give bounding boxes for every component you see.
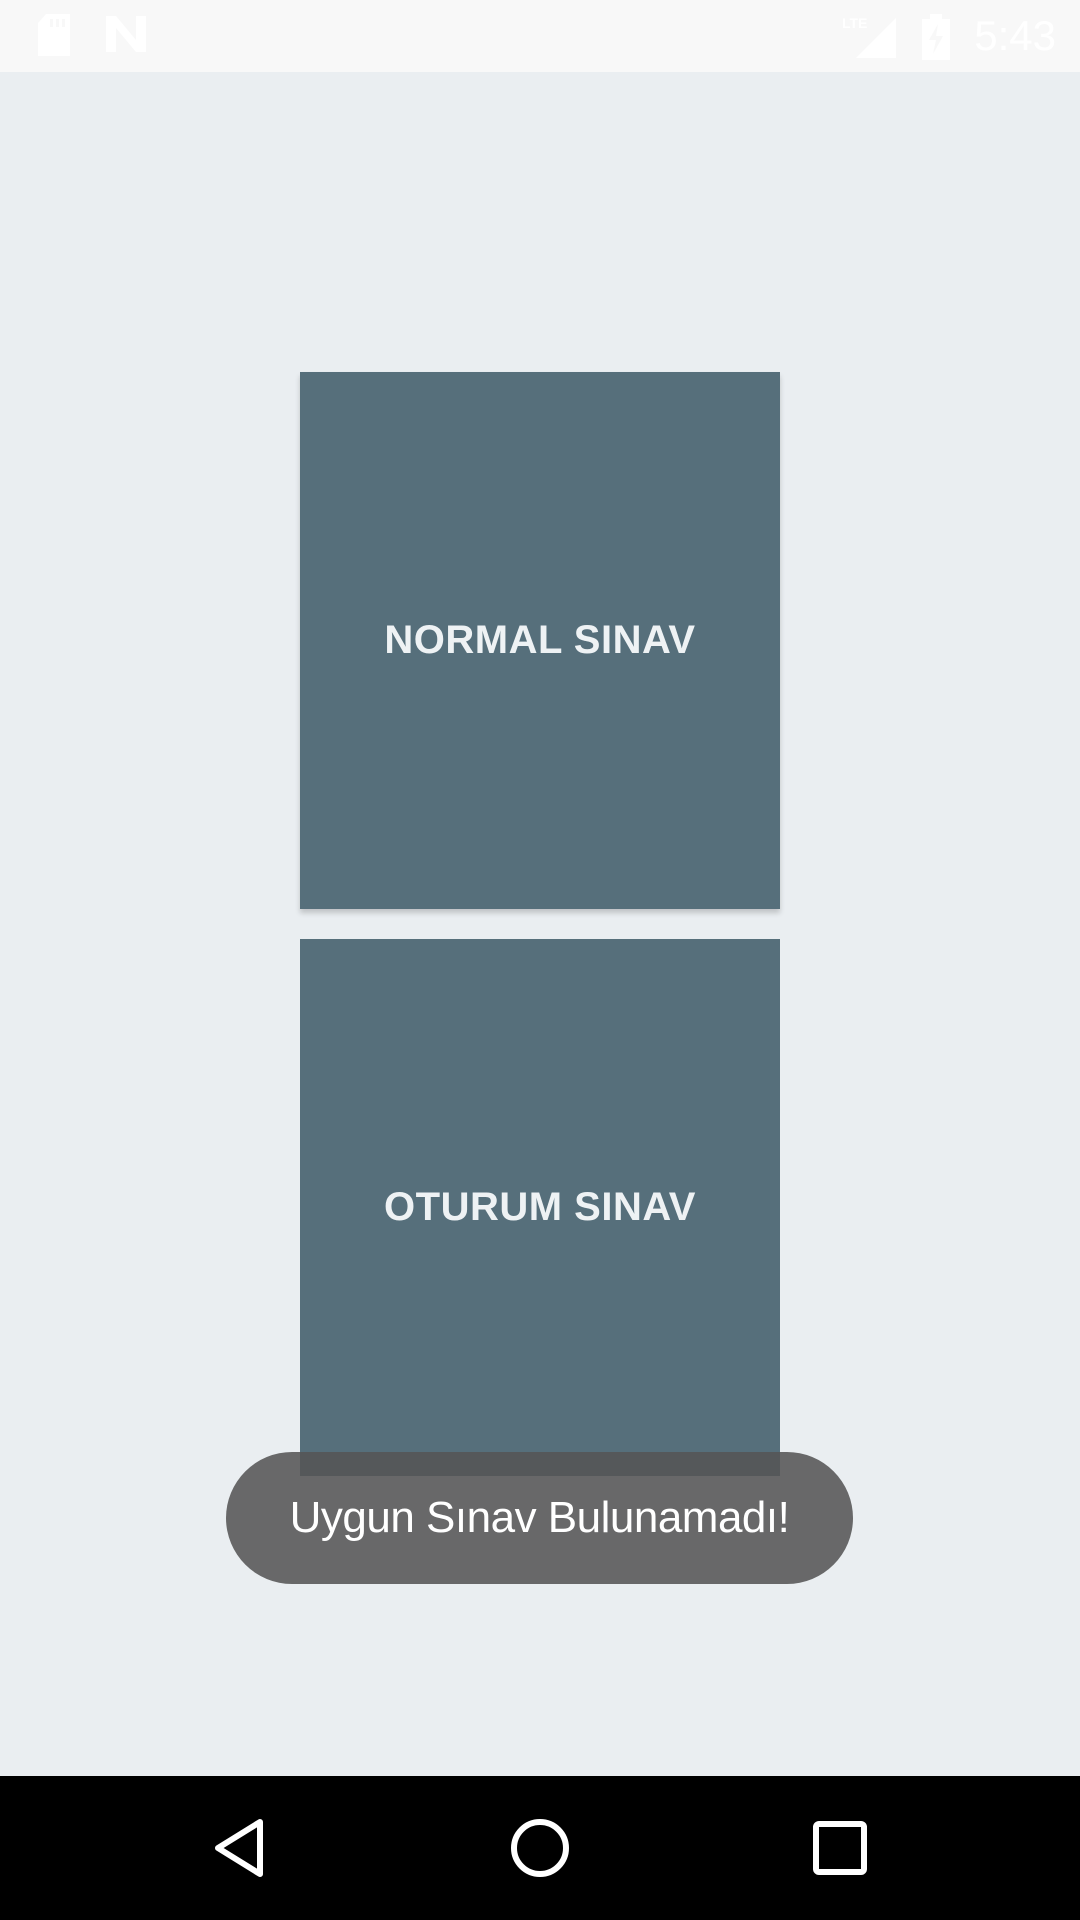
recents-icon bbox=[813, 1821, 867, 1875]
n-notification-icon bbox=[104, 14, 148, 59]
toast-message: Uygun Sınav Bulunamadı! bbox=[226, 1452, 853, 1584]
oturum-sinav-label: OTURUM SINAV bbox=[384, 1185, 696, 1229]
toast-text: Uygun Sınav Bulunamadı! bbox=[289, 1493, 790, 1542]
sd-card-icon bbox=[36, 14, 72, 61]
normal-sinav-button[interactable]: NORMAL SINAV bbox=[300, 372, 780, 909]
svg-text:LTE: LTE bbox=[842, 15, 867, 31]
recents-button[interactable] bbox=[768, 1776, 912, 1920]
status-clock: 5:43 bbox=[974, 12, 1056, 59]
status-bar: LTE 5:43 bbox=[0, 0, 1080, 72]
home-button[interactable] bbox=[468, 1776, 612, 1920]
battery-charging-icon bbox=[920, 14, 952, 65]
home-icon bbox=[511, 1819, 569, 1877]
oturum-sinav-button[interactable]: OTURUM SINAV bbox=[300, 939, 780, 1476]
back-icon bbox=[215, 1819, 263, 1877]
back-button[interactable] bbox=[168, 1776, 312, 1920]
normal-sinav-label: NORMAL SINAV bbox=[384, 618, 696, 662]
navigation-bar bbox=[0, 1776, 1080, 1920]
lte-signal-icon: LTE bbox=[842, 14, 898, 65]
